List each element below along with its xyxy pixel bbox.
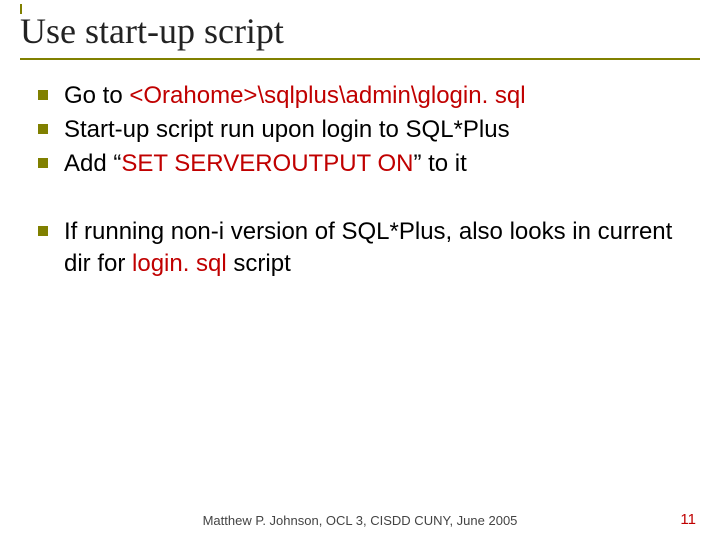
list-item: If running non-i version of SQL*Plus, al…: [34, 216, 686, 280]
page-title: Use start-up script: [20, 10, 700, 52]
footer-text: Matthew P. Johnson, OCL 3, CISDD CUNY, J…: [0, 513, 720, 528]
spacer: [34, 182, 686, 216]
bullet-text: Start-up script run upon login to SQL*Pl…: [64, 116, 510, 143]
slide: Use start-up script Go to <Orahome>\sqlp…: [0, 0, 720, 540]
bullet-list-1: Go to <Orahome>\sqlplus\admin\glogin. sq…: [34, 80, 686, 180]
bullet-text: Add “: [64, 150, 121, 177]
page-number: 11: [680, 511, 696, 528]
bullet-highlight: login. sql: [132, 250, 227, 277]
list-item: Go to <Orahome>\sqlplus\admin\glogin. sq…: [34, 80, 686, 112]
bullet-highlight: SET SERVEROUTPUT ON: [121, 150, 413, 177]
slide-body: Go to <Orahome>\sqlplus\admin\glogin. sq…: [34, 80, 686, 282]
bullet-highlight: <Orahome>\sqlplus\admin\glogin. sql: [129, 82, 525, 109]
bullet-text: Go to: [64, 82, 129, 109]
bullet-list-2: If running non-i version of SQL*Plus, al…: [34, 216, 686, 280]
bullet-text: script: [227, 250, 291, 277]
title-tick: [20, 4, 22, 14]
bullet-text: ” to it: [413, 150, 466, 177]
title-underline: Use start-up script: [20, 10, 700, 60]
list-item: Add “SET SERVEROUTPUT ON” to it: [34, 148, 686, 180]
list-item: Start-up script run upon login to SQL*Pl…: [34, 114, 686, 146]
